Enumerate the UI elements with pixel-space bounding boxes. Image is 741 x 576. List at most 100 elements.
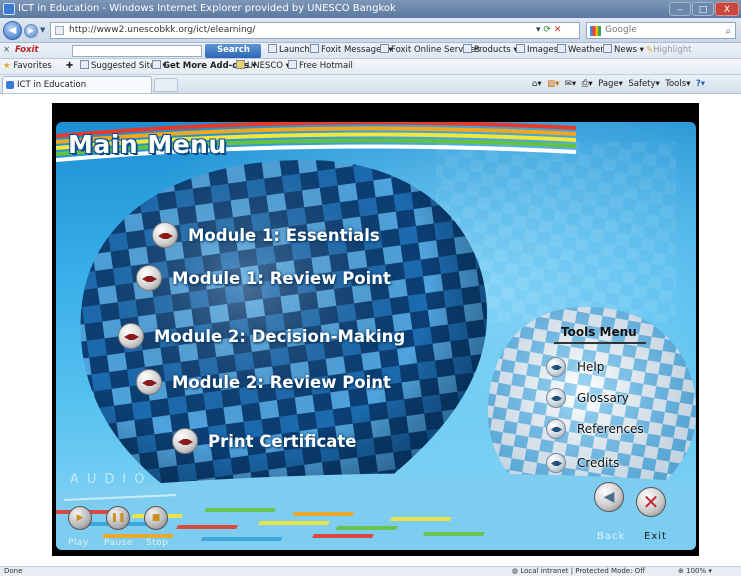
tool-orb-icon: [546, 388, 566, 408]
online-services-icon: [380, 44, 389, 53]
tools-item-help[interactable]: Help: [546, 357, 605, 377]
tools-item-label: Glossary: [577, 391, 629, 405]
menu-item-label: Module 1: Essentials: [188, 225, 380, 245]
toolbar-item-highlight[interactable]: ✎Highlight: [646, 43, 692, 58]
weather-icon: [557, 44, 566, 53]
toolbar-item-label: Highlight: [653, 45, 692, 55]
exit-button[interactable]: ✕: [636, 487, 666, 517]
tab-favicon: [6, 81, 14, 89]
favorites-label: Favorites: [13, 61, 52, 71]
folder-icon: [236, 60, 245, 69]
forward-arrow-icon[interactable]: ▶: [24, 24, 38, 38]
play-icon: ▶: [76, 513, 84, 523]
messages-icon: [310, 44, 319, 53]
toolbar-item-weather[interactable]: Weather: [557, 43, 604, 58]
stop-icon[interactable]: ✕: [554, 25, 562, 35]
audio-label: AUDIO: [70, 472, 153, 487]
tools-item-label: Credits: [577, 456, 620, 470]
menu-orb-icon: [152, 222, 178, 248]
favorites-item-hotmail[interactable]: Free Hotmail: [288, 59, 353, 74]
favorites-item-label: UNESCO: [247, 61, 283, 71]
close-window-button[interactable]: X: [715, 2, 739, 16]
menu-item-print-certificate[interactable]: Print Certificate: [172, 427, 356, 455]
search-input[interactable]: Google ⌕: [586, 22, 736, 39]
google-logo-icon: [590, 26, 601, 36]
addons-icon: [152, 60, 161, 69]
tools-item-credits[interactable]: Credits: [546, 453, 620, 473]
menu-item-label: Print Certificate: [208, 431, 357, 451]
exit-label: Exit: [644, 531, 667, 542]
tab-bar: ICT in Education ⌂▾ ▧▾ ✉▾ ⎙▾ Page▾ Safet…: [0, 75, 741, 94]
pause-button[interactable]: ❚❚: [106, 506, 130, 530]
tools-item-label: Help: [577, 360, 605, 374]
security-zone: ◍ Local intranet | Protected Mode: Off: [512, 567, 645, 576]
pause-icon: ❚❚: [110, 513, 126, 523]
search-icon[interactable]: ⌕: [725, 24, 731, 39]
tab-title: ICT in Education: [17, 80, 87, 90]
print-icon[interactable]: ⎙▾: [582, 79, 593, 89]
main-menu-scene: Main Menu Module 1: Essentials Module 1:…: [56, 122, 696, 550]
zoom-icon: ⊕: [678, 567, 684, 575]
products-icon: [463, 44, 472, 53]
toolbar-item-images[interactable]: Images: [516, 43, 558, 58]
pause-label: Pause: [104, 538, 133, 548]
stop-icon: ■: [151, 513, 161, 523]
toolbar-item-label: Launch: [279, 45, 310, 55]
toolbar-item-launch[interactable]: Launch: [268, 43, 310, 58]
foxit-search-button[interactable]: Search: [205, 44, 261, 58]
recent-pages-chevron-icon[interactable]: ▼: [40, 26, 45, 34]
launch-icon: [268, 44, 277, 53]
command-tools-menu[interactable]: Tools▾: [665, 79, 690, 89]
tools-item-label: References: [577, 422, 644, 436]
home-icon[interactable]: ⌂▾: [532, 79, 542, 89]
command-safety-menu[interactable]: Safety▾: [628, 79, 659, 89]
tools-item-glossary[interactable]: Glossary: [546, 388, 629, 408]
back-label: Back: [597, 531, 626, 542]
tab-ict-in-education[interactable]: ICT in Education: [2, 76, 152, 93]
stop-button[interactable]: ■: [144, 506, 168, 530]
feeds-icon[interactable]: ▧▾: [547, 79, 559, 89]
dropdown-chevron-icon[interactable]: ▾: [536, 25, 541, 35]
back-triangle-icon: ◀: [603, 489, 615, 505]
menu-item-module1-essentials[interactable]: Module 1: Essentials: [152, 221, 380, 249]
page-title: Main Menu: [68, 130, 227, 159]
ie-app-icon: [3, 3, 15, 15]
command-page-menu[interactable]: Page▾: [598, 79, 623, 89]
page-icon: [55, 26, 64, 35]
foxit-logo[interactable]: Foxit: [15, 43, 38, 58]
foxit-search-input[interactable]: [72, 45, 202, 57]
menu-item-label: Module 2: Decision-Making: [154, 326, 406, 346]
mail-icon[interactable]: ✉▾: [565, 79, 576, 89]
tools-item-references[interactable]: References: [546, 419, 644, 439]
address-controls: ▾ ⟳ ✕: [536, 25, 561, 35]
command-label: Page: [598, 79, 619, 89]
zoom-control[interactable]: ⊕ 100% ▾: [678, 567, 712, 576]
menu-orb-icon: [136, 369, 162, 395]
help-icon[interactable]: ?▾: [696, 79, 705, 89]
url-input[interactable]: http://www2.unescobkk.org/ict/elearning/: [50, 22, 580, 39]
status-text: Done: [4, 567, 23, 575]
menu-item-module2-decision-making[interactable]: Module 2: Decision-Making: [118, 322, 405, 350]
search-placeholder: Google: [605, 25, 637, 35]
add-favorite-icon[interactable]: ✚: [66, 59, 73, 74]
refresh-icon[interactable]: ⟳: [543, 25, 551, 35]
menu-item-module1-review-point[interactable]: Module 1: Review Point: [136, 264, 391, 292]
minimize-button[interactable]: –: [669, 2, 691, 16]
play-button[interactable]: ▶: [68, 506, 92, 530]
toolbar-item-products[interactable]: Products ▾: [463, 43, 518, 58]
favorites-item-unesco[interactable]: UNESCO ▾: [236, 59, 290, 74]
toolbar-item-label: News: [614, 45, 637, 55]
close-toolbar-icon[interactable]: ×: [3, 43, 10, 58]
suggested-sites-icon: [80, 60, 89, 69]
new-tab-button[interactable]: [154, 78, 178, 92]
address-bar: ◀ ▶ ▼ http://www2.unescobkk.org/ict/elea…: [0, 18, 741, 43]
menu-item-module2-review-point[interactable]: Module 2: Review Point: [136, 368, 391, 396]
favorites-button[interactable]: ★ Favorites: [3, 59, 52, 74]
back-button[interactable]: ◀: [594, 482, 624, 512]
toolbar-item-news[interactable]: News ▾: [603, 43, 644, 58]
menu-orb-icon: [118, 323, 144, 349]
tools-menu-divider: [554, 342, 646, 344]
images-icon: [516, 44, 525, 53]
maximize-button[interactable]: □: [692, 2, 714, 16]
back-arrow-icon[interactable]: ◀: [3, 21, 22, 40]
